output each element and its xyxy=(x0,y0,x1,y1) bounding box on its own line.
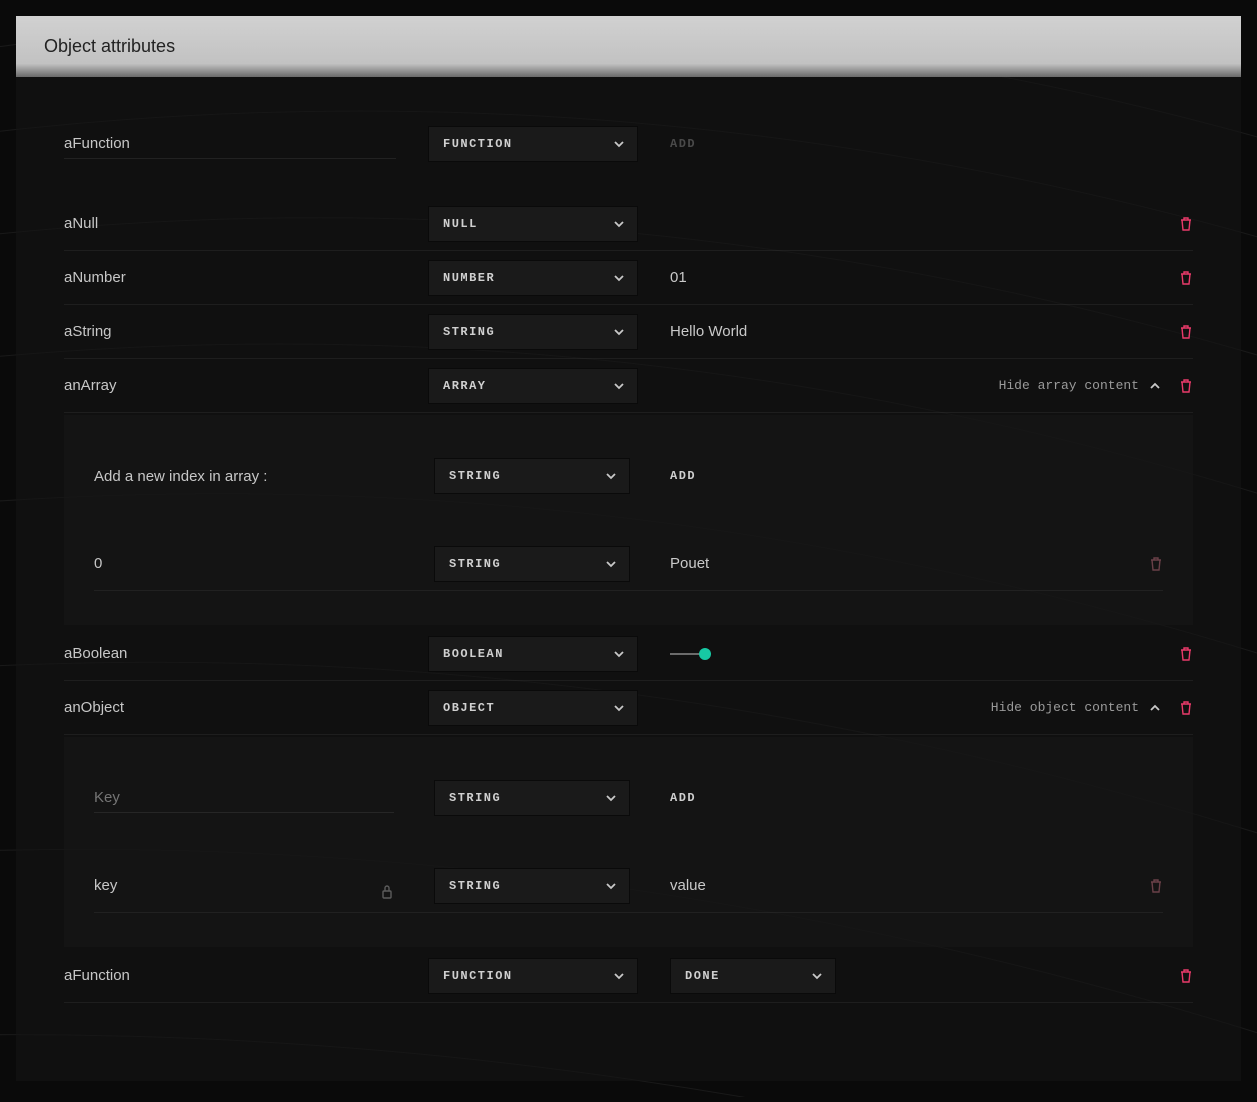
type-select-aNull[interactable]: NULL xyxy=(428,206,638,242)
toggle-knob xyxy=(699,648,711,660)
chevron-up-icon xyxy=(1149,380,1161,392)
trash-icon[interactable] xyxy=(1149,878,1163,894)
object-attributes-panel: Object attributes FUNCTION ADD aNull NUL… xyxy=(16,16,1241,1081)
chevron-down-icon xyxy=(613,218,625,230)
object-add-key-button[interactable]: ADD xyxy=(670,791,696,805)
attribute-name: aNumber xyxy=(64,263,396,292)
array-add-index-row: Add a new index in array : STRING ADD xyxy=(94,449,1163,503)
type-label: BOOLEAN xyxy=(443,647,504,661)
trash-icon[interactable] xyxy=(1149,556,1163,572)
function-value-label: DONE xyxy=(685,969,720,983)
chevron-down-icon xyxy=(613,648,625,660)
attribute-row-aString: aString STRING xyxy=(64,305,1193,359)
array-item-type-select[interactable]: STRING xyxy=(434,546,630,582)
chevron-down-icon xyxy=(605,792,617,804)
type-label: FUNCTION xyxy=(443,137,513,151)
array-add-label: Add a new index in array : xyxy=(94,462,394,491)
new-attribute-type-select[interactable]: FUNCTION xyxy=(428,126,638,162)
chevron-down-icon xyxy=(613,272,625,284)
add-attribute-button: ADD xyxy=(670,137,696,151)
array-item-value-input[interactable] xyxy=(670,555,1109,572)
collapse-label: Hide object content xyxy=(991,700,1139,715)
array-content-anArray: Add a new index in array : STRING ADD ST… xyxy=(64,415,1193,625)
panel-title: Object attributes xyxy=(44,36,175,56)
chevron-down-icon xyxy=(613,138,625,150)
chevron-down-icon xyxy=(613,326,625,338)
object-entry-key-input[interactable] xyxy=(94,871,372,900)
type-label: STRING xyxy=(449,469,501,483)
attribute-name: anArray xyxy=(64,371,396,400)
type-label: STRING xyxy=(449,791,501,805)
boolean-toggle[interactable] xyxy=(670,647,708,661)
attribute-row-aNumber: aNumber NUMBER xyxy=(64,251,1193,305)
array-item-row: STRING xyxy=(94,537,1163,591)
attribute-row-anObject: anObject OBJECT Hide object content xyxy=(64,681,1193,735)
type-label: NULL xyxy=(443,217,478,231)
attribute-row-anArray: anArray ARRAY Hide array content xyxy=(64,359,1193,413)
type-select-anObject[interactable]: OBJECT xyxy=(428,690,638,726)
object-add-key-row: STRING ADD xyxy=(94,771,1163,825)
trash-icon[interactable] xyxy=(1179,216,1193,232)
chevron-down-icon xyxy=(613,970,625,982)
object-entry-row: STRING xyxy=(94,859,1163,913)
panel-header: Object attributes xyxy=(16,16,1241,77)
attribute-row-aBoolean: aBoolean BOOLEAN xyxy=(64,627,1193,681)
chevron-down-icon xyxy=(613,702,625,714)
type-select-aBoolean[interactable]: BOOLEAN xyxy=(428,636,638,672)
lock-icon xyxy=(380,884,394,900)
object-content-anObject: STRING ADD STRING xyxy=(64,737,1193,947)
attribute-name: aFunction xyxy=(64,961,396,990)
new-attribute-row: FUNCTION ADD xyxy=(64,117,1193,171)
type-select-aFunction[interactable]: FUNCTION xyxy=(428,958,638,994)
toggle-array-content[interactable]: Hide array content xyxy=(999,378,1161,393)
chevron-down-icon xyxy=(811,970,823,982)
trash-icon[interactable] xyxy=(1179,378,1193,394)
type-label: NUMBER xyxy=(443,271,495,285)
type-select-aString[interactable]: STRING xyxy=(428,314,638,350)
chevron-down-icon xyxy=(605,880,617,892)
value-input-aNumber[interactable] xyxy=(670,269,1147,286)
array-index-input[interactable] xyxy=(94,549,394,578)
attribute-row-aFunction: aFunction FUNCTION DONE xyxy=(64,949,1193,1003)
trash-icon[interactable] xyxy=(1179,968,1193,984)
object-new-key-type-select[interactable]: STRING xyxy=(434,780,630,816)
trash-icon[interactable] xyxy=(1179,270,1193,286)
object-entry-type-select[interactable]: STRING xyxy=(434,868,630,904)
array-new-index-type-select[interactable]: STRING xyxy=(434,458,630,494)
array-add-index-button[interactable]: ADD xyxy=(670,469,696,483)
type-select-aNumber[interactable]: NUMBER xyxy=(428,260,638,296)
type-label: ARRAY xyxy=(443,379,487,393)
attribute-name: aBoolean xyxy=(64,639,396,668)
attribute-name: anObject xyxy=(64,693,396,722)
attribute-name: aNull xyxy=(64,209,396,238)
type-select-anArray[interactable]: ARRAY xyxy=(428,368,638,404)
type-label: STRING xyxy=(443,325,495,339)
object-new-key-input[interactable] xyxy=(94,783,394,813)
attribute-name: aString xyxy=(64,317,396,346)
function-value-select[interactable]: DONE xyxy=(670,958,836,994)
chevron-up-icon xyxy=(1149,702,1161,714)
new-attribute-name-input[interactable] xyxy=(64,129,396,159)
value-input-aString[interactable] xyxy=(670,323,1147,340)
type-label: OBJECT xyxy=(443,701,495,715)
type-label: STRING xyxy=(449,557,501,571)
collapse-label: Hide array content xyxy=(999,378,1139,393)
trash-icon[interactable] xyxy=(1179,646,1193,662)
trash-icon[interactable] xyxy=(1179,324,1193,340)
object-entry-value-input[interactable] xyxy=(670,877,1109,894)
trash-icon[interactable] xyxy=(1179,700,1193,716)
type-label: STRING xyxy=(449,879,501,893)
attribute-row-aNull: aNull NULL xyxy=(64,197,1193,251)
chevron-down-icon xyxy=(613,380,625,392)
toggle-object-content[interactable]: Hide object content xyxy=(991,700,1161,715)
type-label: FUNCTION xyxy=(443,969,513,983)
chevron-down-icon xyxy=(605,558,617,570)
chevron-down-icon xyxy=(605,470,617,482)
